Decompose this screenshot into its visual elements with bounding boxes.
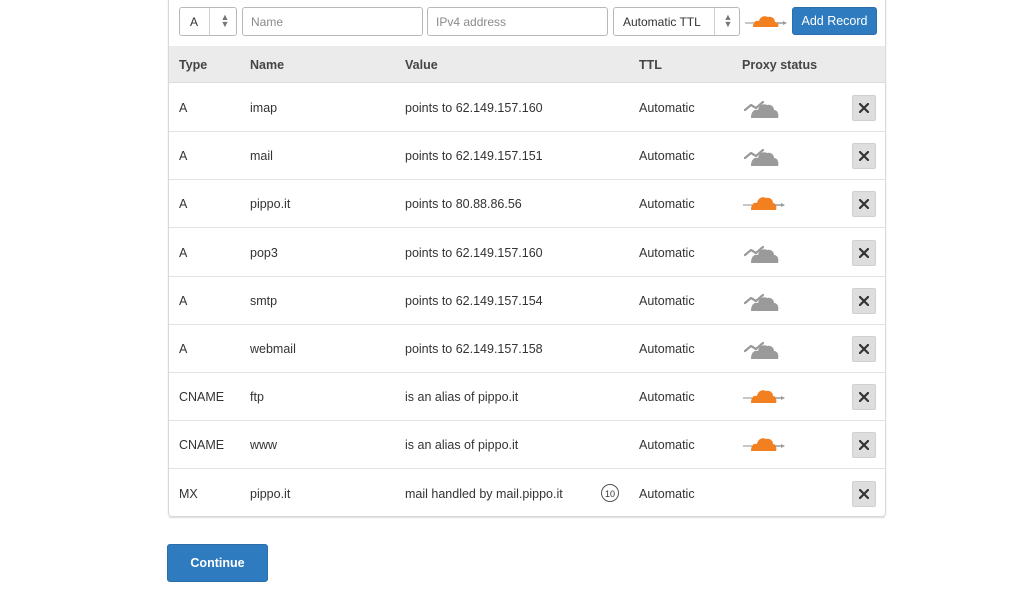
delete-record-button[interactable]	[852, 95, 876, 121]
record-type-select[interactable]: A ▲ ▼	[179, 7, 237, 36]
record-value: points to 62.149.157.158	[405, 342, 543, 356]
record-type: A	[179, 197, 188, 212]
select-divider	[714, 8, 715, 35]
record-ttl: Automatic	[639, 342, 695, 356]
delete-record-button[interactable]	[852, 239, 876, 266]
record-type: CNAME	[179, 390, 225, 405]
record-value: points to 62.149.157.160	[405, 245, 543, 260]
record-name: www	[250, 438, 278, 453]
record-type-value: A	[190, 15, 199, 29]
column-header-ttl: TTL	[639, 58, 662, 72]
delete-record-button[interactable]	[852, 336, 876, 362]
add-record-button[interactable]: Add Record	[792, 7, 877, 35]
cloud-dns-only-icon[interactable]	[743, 337, 785, 361]
record-name: smtp	[250, 293, 278, 308]
delete-record-button[interactable]	[852, 143, 876, 170]
delete-record-button[interactable]	[852, 287, 876, 314]
cloud-dns-only-icon[interactable]	[743, 144, 785, 168]
record-ttl: Automatic	[639, 293, 695, 308]
table-row: Awebmail points to 62.149.157.158 Automati…	[169, 325, 885, 373]
record-type: MX	[179, 486, 198, 501]
dns-records-panel: A ▲▼ Automatic TTL ▲▼ Add Record Type Na…	[168, 0, 886, 518]
record-type: A	[179, 149, 188, 164]
record-ttl: Automatic	[639, 149, 695, 164]
record-ttl: Automatic	[639, 245, 695, 260]
close-icon	[859, 344, 869, 354]
record-name: pippo.it	[250, 486, 291, 501]
ttl-value: Automatic TTL	[623, 15, 701, 29]
add-record-row: A ▲▼ Automatic TTL ▲▼ Add Record	[169, 0, 885, 44]
table-row: Apop3 points to 62.149.157.160 Automatic	[169, 229, 885, 277]
record-ttl: Automatic	[639, 486, 695, 501]
close-icon	[859, 247, 869, 258]
record-name: pop3	[250, 245, 278, 260]
column-header-proxy-status: Proxy status	[742, 58, 818, 72]
table-row: MX pippo.it mail handled by mail.pippo.it 1…	[169, 470, 885, 518]
cloud-dns-only-icon[interactable]	[743, 241, 785, 265]
ttl-select[interactable]: Automatic TTL ▲ ▼	[613, 7, 740, 36]
close-icon	[859, 151, 869, 162]
cloud-dns-only-icon[interactable]	[743, 96, 785, 120]
record-ttl: Automatic	[639, 438, 695, 453]
record-name: mail	[250, 149, 273, 164]
record-ttl: Automatic	[639, 101, 695, 115]
proxy-toggle-cloud-icon[interactable]	[745, 12, 787, 32]
record-value: points to 80.88.86.56	[405, 197, 522, 212]
table-row: CNAME ftp is an alias of pippo.it Automatic	[169, 373, 885, 422]
delete-record-button[interactable]	[852, 191, 876, 218]
record-value: points to 62.149.157.160	[405, 101, 543, 115]
delete-record-button[interactable]	[852, 480, 876, 507]
record-type: A	[179, 293, 188, 308]
record-value: points to 62.149.157.151	[405, 149, 543, 164]
record-value: mail handled by mail.pippo.it	[405, 486, 563, 501]
table-row: Apippo.it points to 80.88.86.56 Automatic	[169, 180, 885, 229]
table-header: Type Name Value TTL Proxy status	[169, 46, 885, 83]
continue-button[interactable]: Continue	[167, 544, 268, 582]
cloud-proxied-icon[interactable]	[743, 192, 785, 216]
record-name: pippo.it	[250, 197, 291, 212]
table-row: CNAME www is an alias of pippo.it Automatic	[169, 421, 885, 470]
delete-record-button[interactable]	[852, 432, 876, 459]
close-icon	[859, 488, 869, 499]
column-header-type: Type	[179, 58, 208, 72]
select-divider	[209, 8, 210, 35]
record-name: webmail	[250, 342, 296, 356]
record-value: is an alias of pippo.it	[405, 390, 519, 405]
table-row: Asmtp points to 62.149.157.154 Automatic	[169, 277, 885, 325]
cloud-proxied-icon[interactable]	[743, 385, 785, 409]
record-ttl: Automatic	[639, 197, 695, 212]
select-arrows-icon: ▲ ▼	[220, 12, 230, 29]
record-ttl: Automatic	[639, 390, 695, 405]
cloud-dns-only-icon[interactable]	[743, 289, 785, 313]
select-arrows-icon: ▲ ▼	[723, 12, 733, 29]
record-value: is an alias of pippo.it	[405, 438, 519, 453]
record-type: CNAME	[179, 438, 225, 453]
column-header-name: Name	[250, 58, 285, 72]
close-icon	[859, 295, 869, 306]
close-icon	[859, 103, 869, 113]
cloud-proxied-icon[interactable]	[743, 433, 785, 457]
record-name: imap	[250, 101, 278, 115]
close-icon	[859, 440, 869, 451]
name-input[interactable]	[242, 7, 423, 36]
mx-priority-badge: 10	[601, 483, 619, 502]
close-icon	[859, 392, 869, 403]
record-name: ftp	[250, 390, 264, 405]
record-type: A	[179, 245, 188, 260]
record-type: A	[179, 101, 188, 115]
close-icon	[859, 199, 869, 210]
record-value: points to 62.149.157.154	[405, 293, 543, 308]
column-header-value: Value	[405, 58, 438, 72]
record-type: A	[179, 342, 188, 356]
delete-record-button[interactable]	[852, 384, 876, 411]
table-row: Aimap points to 62.149.157.160 Automatic	[169, 84, 885, 132]
ipv4-address-input[interactable]	[427, 7, 608, 36]
table-row: Amail points to 62.149.157.151 Automatic	[169, 132, 885, 181]
